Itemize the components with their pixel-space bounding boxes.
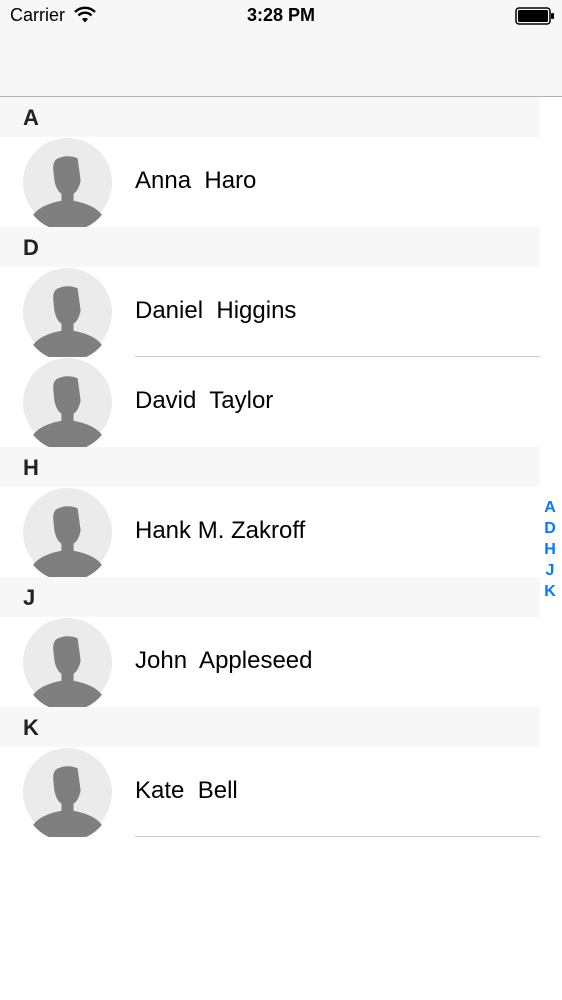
navigation-bar (0, 40, 562, 97)
contact-name: Daniel Higgins (135, 297, 297, 324)
section-header-label: D (23, 235, 39, 260)
section-header-label: J (23, 585, 36, 610)
index-item-a[interactable]: A (544, 497, 556, 518)
section-header-h: H (0, 447, 540, 487)
index-item-k[interactable]: K (544, 581, 556, 602)
contact-name: Anna Haro (135, 167, 257, 194)
avatar-placeholder-icon (23, 618, 112, 707)
avatar-placeholder-icon (23, 268, 112, 357)
contact-row[interactable]: Hank M. Zakroff (0, 487, 540, 577)
index-item-j[interactable]: J (546, 560, 555, 581)
status-bar: Carrier 3:28 PM (0, 0, 562, 40)
index-item-h[interactable]: H (544, 539, 556, 560)
battery-icon (515, 7, 554, 25)
contact-name: Kate Bell (135, 777, 238, 804)
section-index-bar: A D H J K (538, 497, 562, 602)
contact-name: David Taylor (135, 387, 274, 414)
contact-row[interactable]: John Appleseed (0, 617, 540, 707)
index-item-d[interactable]: D (544, 518, 556, 539)
contact-row[interactable]: Anna Haro (0, 137, 540, 227)
section-header-label: A (23, 105, 39, 130)
contact-row[interactable]: David Taylor (0, 357, 540, 447)
contact-row[interactable]: Daniel Higgins (0, 267, 540, 357)
section-header-d: D (0, 227, 540, 267)
avatar-placeholder-icon (23, 358, 112, 447)
avatar-placeholder-icon (23, 138, 112, 227)
section-header-j: J (0, 577, 540, 617)
avatar-placeholder-icon (23, 488, 112, 577)
contact-row[interactable]: Kate Bell (0, 747, 540, 837)
section-header-label: H (23, 455, 39, 480)
contact-name: Hank M. Zakroff (135, 517, 306, 544)
avatar-placeholder-icon (23, 748, 112, 837)
contacts-list: A Anna Haro D Daniel Higgins David Taylo… (0, 97, 540, 837)
section-header-a: A (0, 97, 540, 137)
status-time: 3:28 PM (246, 5, 316, 25)
contact-name: John Appleseed (135, 647, 313, 674)
section-header-k: K (0, 707, 540, 747)
section-header-label: K (23, 715, 39, 740)
